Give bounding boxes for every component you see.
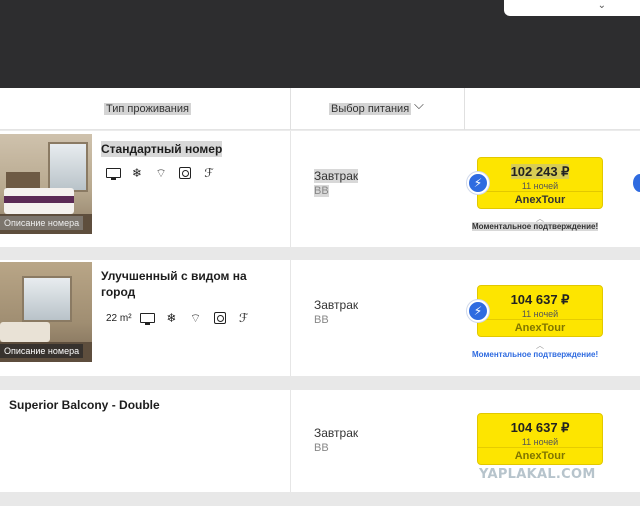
room-area: 22 m² <box>106 312 132 324</box>
meal-type: Завтрак <box>314 169 359 183</box>
lightning-icon: ⚡ <box>467 172 489 194</box>
price-amount: 102 243 ₽ <box>510 164 570 179</box>
meal-code: BB <box>314 185 329 197</box>
divider <box>290 390 291 492</box>
divider <box>290 88 291 130</box>
room-row-standard: Описание номера Стандартный номер ❄ ⌔ ℱ … <box>0 131 640 247</box>
room-description-link[interactable]: Описание номера <box>0 216 84 230</box>
meal-filter-label[interactable]: Выбор питания <box>329 103 412 115</box>
tv-icon <box>140 311 156 325</box>
tour-operator: AnexTour <box>478 191 602 208</box>
room-description-link[interactable]: Описание номера <box>0 344 84 358</box>
price-button[interactable]: 102 243 ₽ 11 ночей AnexTour <box>477 157 603 209</box>
row-gap <box>0 492 640 506</box>
amenities: ❄ ⌔ ℱ <box>105 166 217 180</box>
meal-code: BB <box>314 314 329 326</box>
price-amount: 104 637 ₽ <box>510 420 570 435</box>
room-row-city-view: Описание номера Улучшенный с видом на го… <box>0 260 640 376</box>
safe-icon <box>177 166 193 180</box>
room-name: Улучшенный с видом на город <box>101 269 247 299</box>
table-header: Тип проживания Выбор питания ⌵ <box>0 88 640 130</box>
chevron-down-icon: ⌄ <box>597 0 606 11</box>
meal-info: Завтрак BB <box>314 169 359 199</box>
lightning-icon <box>633 174 640 192</box>
meal-info: Завтрак BB <box>314 298 358 328</box>
tour-operator: AnexTour <box>478 319 602 336</box>
tour-operator: AnexTour <box>478 447 602 464</box>
divider <box>290 131 291 247</box>
wifi-icon: ⌔ <box>189 310 202 325</box>
meal-type: Завтрак <box>314 426 359 440</box>
air-conditioning-icon: ❄ <box>131 166 143 180</box>
hairdryer-icon: ℱ <box>238 311 249 325</box>
meal-code: BB <box>314 442 329 454</box>
column-accommodation-type: Тип проживания <box>104 103 191 115</box>
amenities: 22 m² ❄ ⌔ ℱ <box>106 311 252 325</box>
meal-info: Завтрак BB <box>314 426 358 456</box>
price-button[interactable]: 104 637 ₽ 11 ночей AnexTour <box>477 285 603 337</box>
wifi-icon: ⌔ <box>155 165 167 180</box>
divider <box>290 260 291 376</box>
price-amount: 104 637 ₽ <box>510 292 570 307</box>
instant-confirmation: Моментальное подтверждение! <box>472 222 599 231</box>
chevron-down-icon[interactable]: ⌵ <box>414 98 424 113</box>
top-bar: ⌄ <box>0 0 640 88</box>
divider <box>464 88 465 130</box>
watermark: YAPLAKAL.COM <box>479 467 596 482</box>
air-conditioning-icon: ❄ <box>166 311 177 325</box>
tv-icon <box>105 166 121 180</box>
row-gap <box>0 247 640 260</box>
safe-icon <box>212 311 228 325</box>
lightning-icon: ⚡ <box>467 300 489 322</box>
room-photo[interactable]: Описание номера <box>0 134 92 234</box>
row-gap <box>0 376 640 390</box>
meal-type: Завтрак <box>314 298 359 312</box>
room-name: Стандартный номер <box>101 141 223 157</box>
top-dropdown[interactable]: ⌄ <box>504 0 640 16</box>
room-name: Superior Balcony - Double <box>9 398 160 412</box>
instant-confirmation: Моментальное подтверждение! <box>472 350 599 359</box>
room-photo[interactable]: Описание номера <box>0 262 92 362</box>
hairdryer-icon: ℱ <box>204 166 214 180</box>
price-button[interactable]: 104 637 ₽ 11 ночей AnexTour <box>477 413 603 465</box>
